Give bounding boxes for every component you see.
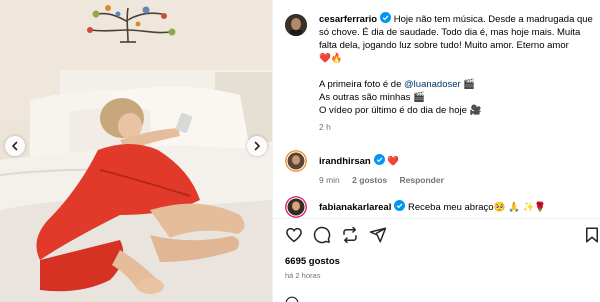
comment-time: 9 min (319, 175, 340, 185)
photo-image (0, 0, 272, 302)
chevron-right-icon (254, 141, 261, 151)
comment-item: irandhirsan ❤️ 9 min 2 gostos Responder (285, 150, 595, 185)
caption-emoji-heart: ❤️ (319, 53, 331, 64)
commenter-avatar-image (285, 150, 307, 172)
commenter-avatar[interactable] (285, 196, 307, 218)
comment-emoji: ❤️ (387, 156, 400, 167)
emoji-icon[interactable] (285, 296, 299, 302)
post-details-panel: cesarferrario Hoje não tem música. Desde… (272, 0, 600, 302)
action-bar (285, 226, 600, 246)
post-caption: cesarferrario Hoje não tem música. Desde… (285, 12, 595, 132)
post-photo[interactable] (0, 0, 272, 302)
carousel-prev-button[interactable] (5, 136, 25, 156)
reply-button[interactable]: Responder (400, 175, 444, 185)
heart-icon[interactable] (285, 226, 303, 244)
photo-credit-emoji: 🎬 (463, 79, 476, 90)
verified-icon (394, 200, 406, 211)
comment-likes[interactable]: 2 gostos (352, 175, 387, 185)
chevron-left-icon (11, 141, 18, 151)
bookmark-icon[interactable] (583, 226, 600, 244)
mention-link[interactable]: @luanadoser (404, 79, 461, 90)
caption-time: 2 h (319, 122, 331, 132)
comment-item: fabianakarlareal Receba meu abraço🥺 🙏 ✨🌹 (285, 196, 595, 218)
verified-icon (373, 154, 385, 165)
commenter-username[interactable]: fabianakarlareal (319, 202, 391, 213)
likes-count[interactable]: 6695 gostos (285, 256, 340, 267)
video-text: O vídeo por último é do dia de hoje (319, 105, 467, 116)
commenter-avatar[interactable] (285, 150, 307, 172)
comment-emoji: 🥺 🙏 ✨🌹 (493, 202, 547, 213)
repost-icon[interactable] (341, 226, 359, 244)
share-icon[interactable] (369, 226, 387, 244)
caption-emoji-fire: 🔥 (330, 53, 343, 64)
commenter-avatar-image (285, 196, 307, 218)
commenter-username[interactable]: irandhirsan (319, 156, 371, 167)
author-avatar-image (285, 14, 307, 36)
photo-credit-text: A primeira foto é de (319, 79, 405, 90)
author-avatar[interactable] (285, 14, 307, 36)
comment-icon[interactable] (313, 226, 331, 244)
own-photos-text: As outras são minhas (319, 92, 411, 103)
author-username[interactable]: cesarferrario (319, 14, 377, 25)
actions-divider (273, 218, 600, 219)
carousel-next-button[interactable] (247, 136, 267, 156)
own-photos-emoji: 🎬 (413, 92, 425, 103)
post-timestamp: há 2 horas (285, 271, 321, 280)
video-emoji: 🎥 (469, 105, 482, 116)
verified-icon (380, 12, 392, 23)
comment-text: Receba meu abraço (408, 202, 494, 213)
